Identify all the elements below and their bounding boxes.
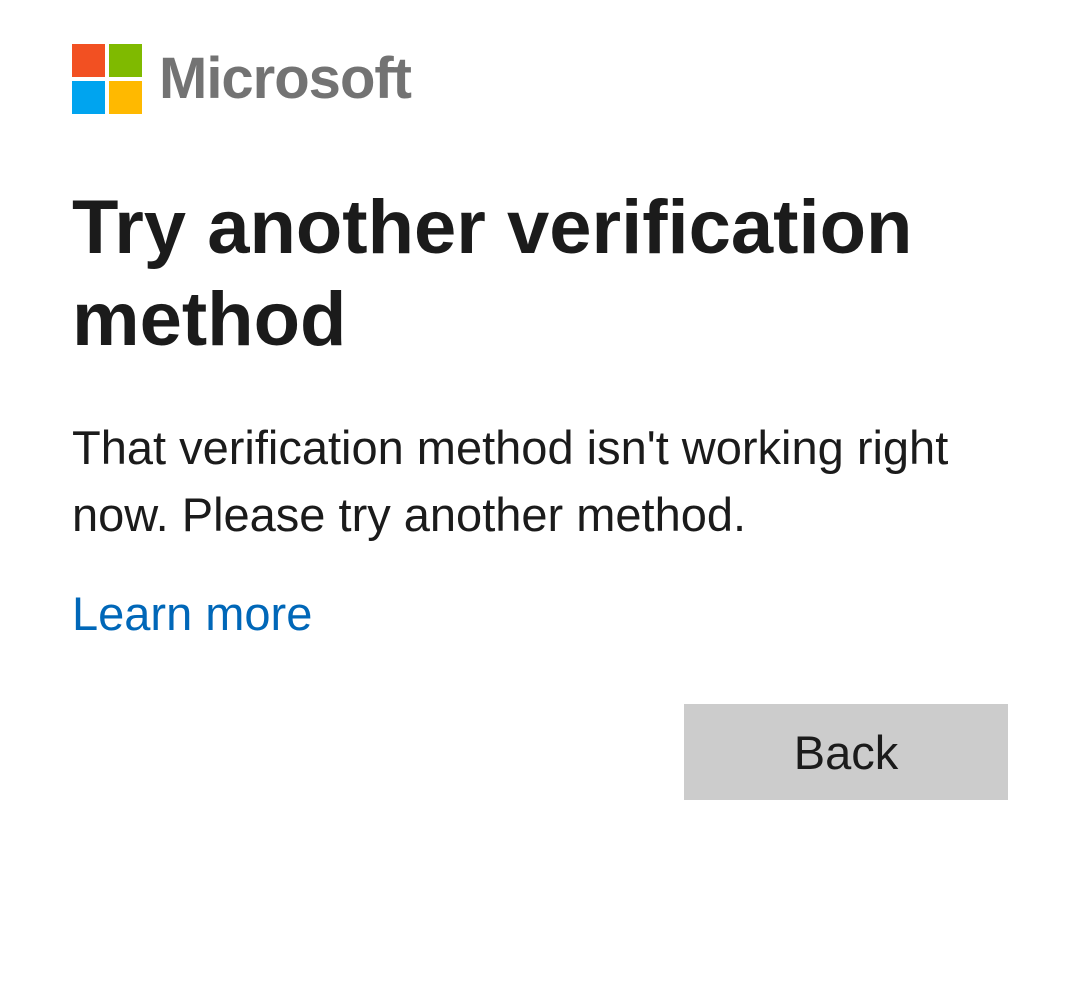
back-button[interactable]: Back [684,704,1008,800]
learn-more-link[interactable]: Learn more [72,582,312,646]
logo-red-square [72,44,105,77]
microsoft-windows-icon [72,44,142,114]
logo-yellow-square [109,81,142,114]
page-title: Try another verification method [72,185,913,362]
error-message: That verification method isn't working r… [72,421,949,541]
logo-green-square [109,44,142,77]
logo-blue-square [72,81,105,114]
microsoft-logo: Microsoft [72,44,412,114]
logo-wordmark: Microsoft [159,46,412,111]
